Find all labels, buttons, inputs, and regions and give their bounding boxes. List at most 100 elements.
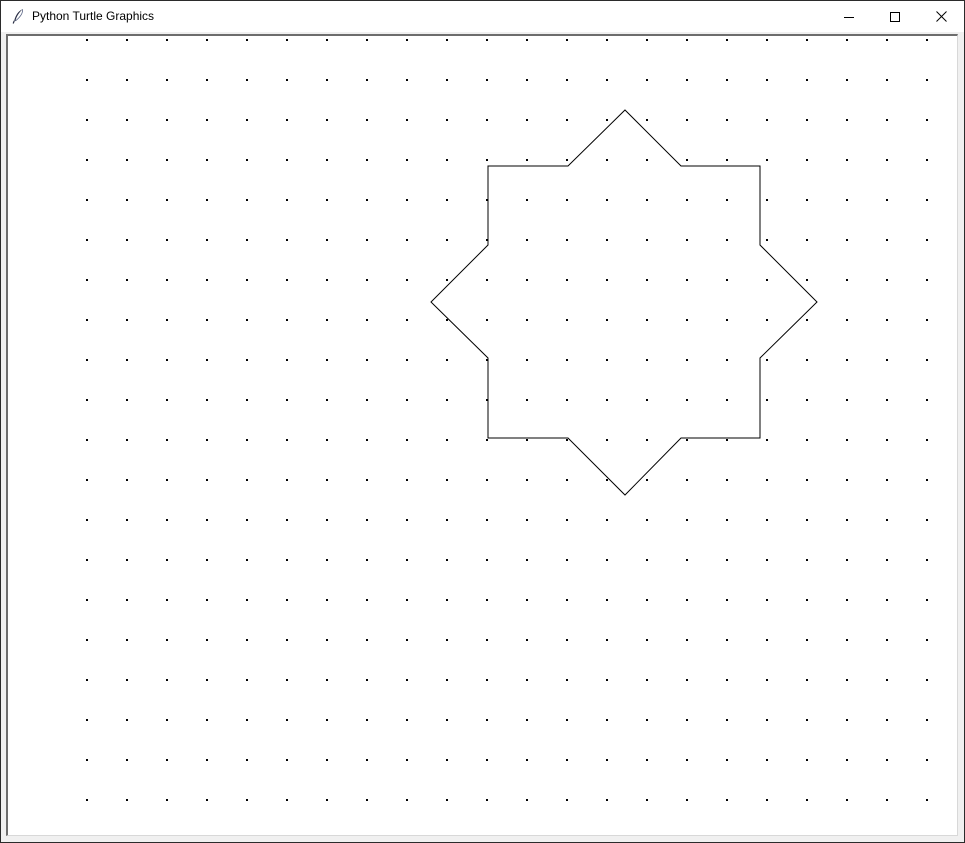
grid-dot [646,359,648,361]
grid-dot [326,639,328,641]
grid-dot [806,759,808,761]
grid-dot [446,799,448,801]
grid-dot [86,439,88,441]
turtle-canvas[interactable] [8,36,957,835]
grid-dot [86,519,88,521]
grid-dot [86,159,88,161]
grid-dot [566,279,568,281]
grid-dot [126,39,128,41]
grid-dot [166,439,168,441]
grid-dot [526,39,528,41]
grid-dot [246,399,248,401]
grid-dot [766,439,768,441]
grid-dot [606,759,608,761]
grid-dot [246,319,248,321]
grid-dot [606,599,608,601]
grid-dot [686,799,688,801]
grid-dot [806,599,808,601]
grid-dot [86,799,88,801]
grid-dot [766,559,768,561]
grid-dot [206,79,208,81]
grid-dot [726,399,728,401]
grid-dot [606,319,608,321]
grid-dot [726,199,728,201]
grid-dot [886,479,888,481]
grid-dot [726,39,728,41]
grid-dot [206,239,208,241]
grid-dot [926,719,928,721]
grid-dot [406,239,408,241]
grid-dot [926,399,928,401]
grid-dot [886,679,888,681]
grid-dot [166,639,168,641]
grid-dot [286,79,288,81]
grid-dot [206,199,208,201]
grid-dot [86,359,88,361]
title-bar[interactable]: Python Turtle Graphics [1,1,964,32]
grid-dot [766,79,768,81]
grid-dot [326,439,328,441]
grid-dot [206,319,208,321]
grid-dot [246,599,248,601]
grid-dot [886,399,888,401]
grid-dot [646,119,648,121]
minimize-button[interactable] [826,1,872,32]
grid-dot [126,639,128,641]
grid-dot [86,319,88,321]
grid-dot [606,799,608,801]
grid-dot [246,639,248,641]
grid-dot [166,319,168,321]
grid-dot [886,799,888,801]
minimize-icon [844,16,854,18]
grid-dot [406,599,408,601]
grid-dot [86,719,88,721]
grid-dot [686,439,688,441]
grid-dot [566,439,568,441]
grid-dot [766,119,768,121]
close-button[interactable] [918,1,964,32]
grid-dot [446,119,448,121]
grid-dot [206,559,208,561]
grid-dot [166,399,168,401]
grid-dot [366,519,368,521]
grid-dot [766,679,768,681]
grid-dot [406,199,408,201]
grid-dot [806,639,808,641]
grid-dot [766,719,768,721]
grid-dot [366,399,368,401]
grid-dot [286,679,288,681]
grid-dot [246,159,248,161]
grid-dot [366,759,368,761]
grid-dot [846,39,848,41]
grid-dot [206,399,208,401]
grid-dot [366,199,368,201]
grid-dot [126,799,128,801]
grid-dot [126,479,128,481]
grid-dot [726,679,728,681]
grid-dot [86,679,88,681]
grid-dot [686,639,688,641]
maximize-button[interactable] [872,1,918,32]
grid-dot [246,479,248,481]
grid-dot [646,719,648,721]
grid-dot [526,559,528,561]
grid-dot [606,39,608,41]
grid-dot [606,359,608,361]
grid-dot [926,279,928,281]
grid-dot [206,479,208,481]
grid-dot [166,479,168,481]
grid-dot [566,479,568,481]
grid-dot [726,519,728,521]
eight-point-star [430,109,818,496]
maximize-icon [890,11,900,22]
grid-dot [486,79,488,81]
grid-dot [166,759,168,761]
grid-dot [446,39,448,41]
grid-dot [726,599,728,601]
grid-dot [126,759,128,761]
grid-dot [206,119,208,121]
grid-dot [926,759,928,761]
grid-dot [446,519,448,521]
grid-dot [326,359,328,361]
grid-dot [246,439,248,441]
